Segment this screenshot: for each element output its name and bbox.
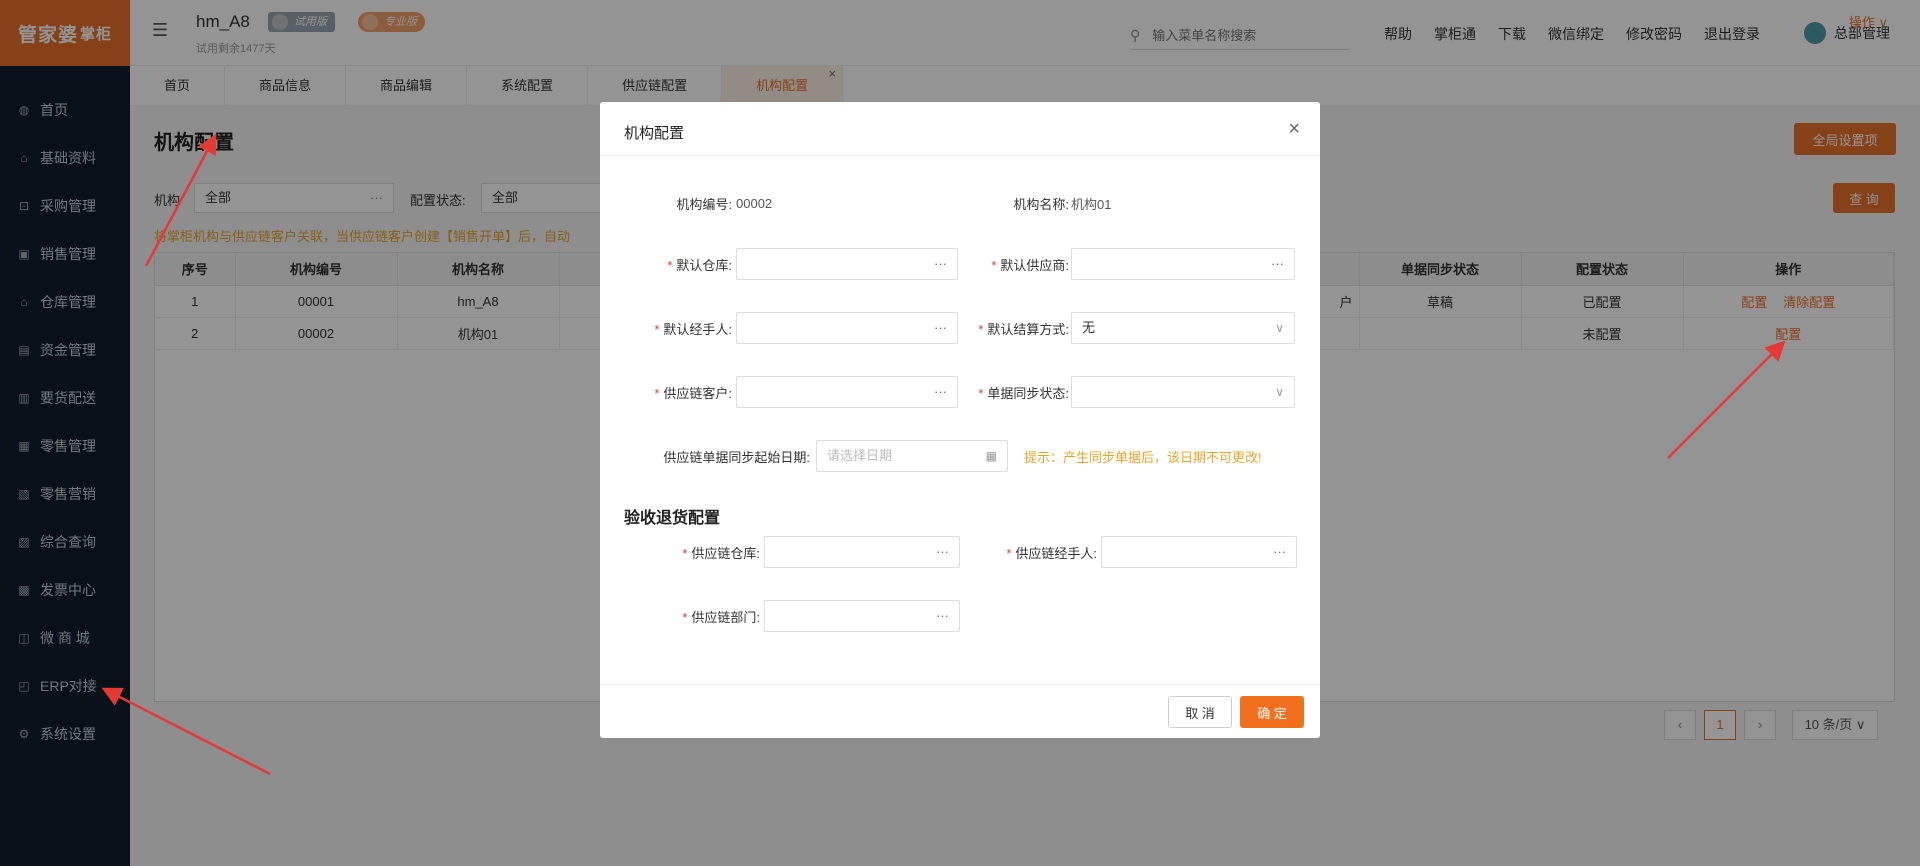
close-icon[interactable]: × bbox=[1288, 118, 1300, 141]
default-settlement-label-text: 默认结算方式: bbox=[987, 321, 1069, 337]
org-code-label: 机构编号: bbox=[676, 197, 732, 212]
supply-department-input[interactable]: ··· bbox=[764, 600, 960, 632]
default-handler-label-text: 默认经手人: bbox=[663, 321, 732, 337]
calendar-icon: ▦ bbox=[985, 449, 997, 463]
default-warehouse-row: * 默认仓库: ··· bbox=[600, 248, 958, 280]
org-name-row: 机构名称: 机构01 bbox=[935, 194, 1111, 213]
cancel-button[interactable]: 取 消 bbox=[1168, 696, 1232, 728]
supply-handler-label-text: 供应链经手人: bbox=[1015, 545, 1097, 561]
supply-department-label-text: 供应链部门: bbox=[691, 609, 760, 625]
default-supplier-label-text: 默认供应商: bbox=[1000, 257, 1069, 273]
supply-customer-label: * 供应链客户: bbox=[654, 385, 732, 401]
doc-sync-status-row: * 单据同步状态: ∨ bbox=[935, 376, 1295, 408]
confirm-button[interactable]: 确 定 bbox=[1240, 696, 1304, 728]
supply-handler-input[interactable]: ··· bbox=[1101, 536, 1297, 568]
more-icon[interactable]: ··· bbox=[936, 601, 949, 631]
supply-warehouse-label-text: 供应链仓库: bbox=[691, 545, 760, 561]
return-config-section-title: 验收退货配置 bbox=[624, 510, 721, 527]
dialog-title: 机构配置 bbox=[624, 125, 685, 142]
dialog-footer: 取 消 确 定 bbox=[600, 684, 1320, 738]
org-code-value: 00002 bbox=[736, 196, 773, 211]
more-icon[interactable]: ··· bbox=[1273, 537, 1286, 567]
org-config-dialog: 机构配置 × 机构编号: 00002 机构名称: 机构01 * 默认仓库: ···… bbox=[600, 102, 1320, 738]
default-handler-input[interactable]: ··· bbox=[736, 312, 958, 344]
default-handler-label: * 默认经手人: bbox=[654, 321, 732, 337]
default-settlement-label: * 默认结算方式: bbox=[978, 321, 1069, 337]
default-settlement-value: 无 bbox=[1082, 320, 1096, 335]
supply-customer-input[interactable]: ··· bbox=[736, 376, 958, 408]
doc-sync-status-label: * 单据同步状态: bbox=[978, 385, 1069, 401]
more-icon[interactable]: ··· bbox=[936, 537, 949, 567]
org-code-row: 机构编号: 00002 bbox=[600, 194, 772, 213]
default-supplier-row: * 默认供应商: ··· bbox=[935, 248, 1295, 280]
default-supplier-input[interactable]: ··· bbox=[1071, 248, 1295, 280]
sync-start-date-placeholder: 请选择日期 bbox=[827, 448, 893, 463]
supply-handler-row: * 供应链经手人: ··· bbox=[965, 536, 1297, 568]
supply-department-label: * 供应链部门: bbox=[682, 609, 760, 625]
sync-start-date-row: 供应链单据同步起始日期: 请选择日期 ▦ 提示：产生同步单据后，该日期不可更改! bbox=[600, 440, 1262, 472]
org-name-value: 机构01 bbox=[1071, 197, 1112, 212]
supply-warehouse-row: * 供应链仓库: ··· bbox=[600, 536, 960, 568]
default-settlement-select[interactable]: 无 ∨ bbox=[1071, 312, 1295, 344]
chevron-down-icon: ∨ bbox=[1275, 321, 1284, 335]
default-supplier-label: * 默认供应商: bbox=[991, 257, 1069, 273]
default-warehouse-label-text: 默认仓库: bbox=[676, 257, 732, 273]
default-warehouse-label: * 默认仓库: bbox=[667, 257, 732, 273]
sync-date-hint: 提示：产生同步单据后，该日期不可更改! bbox=[1024, 449, 1262, 465]
dialog-header: 机构配置 × bbox=[600, 102, 1320, 156]
sync-start-date-label: 供应链单据同步起始日期: bbox=[663, 449, 810, 465]
supply-handler-label: * 供应链经手人: bbox=[1006, 545, 1097, 561]
supply-warehouse-input[interactable]: ··· bbox=[764, 536, 960, 568]
supply-warehouse-label: * 供应链仓库: bbox=[682, 545, 760, 561]
supply-department-row: * 供应链部门: ··· bbox=[600, 600, 960, 632]
doc-sync-status-select[interactable]: ∨ bbox=[1071, 376, 1295, 408]
sync-start-date-picker[interactable]: 请选择日期 ▦ bbox=[816, 440, 1008, 472]
more-icon[interactable]: ··· bbox=[1271, 249, 1284, 279]
default-settlement-row: * 默认结算方式: 无 ∨ bbox=[935, 312, 1295, 344]
org-name-label: 机构名称: bbox=[1013, 197, 1069, 212]
default-handler-row: * 默认经手人: ··· bbox=[600, 312, 958, 344]
supply-customer-row: * 供应链客户: ··· bbox=[600, 376, 958, 408]
doc-sync-status-label-text: 单据同步状态: bbox=[987, 385, 1069, 401]
supply-customer-label-text: 供应链客户: bbox=[663, 385, 732, 401]
default-warehouse-input[interactable]: ··· bbox=[736, 248, 958, 280]
chevron-down-icon: ∨ bbox=[1275, 385, 1284, 399]
